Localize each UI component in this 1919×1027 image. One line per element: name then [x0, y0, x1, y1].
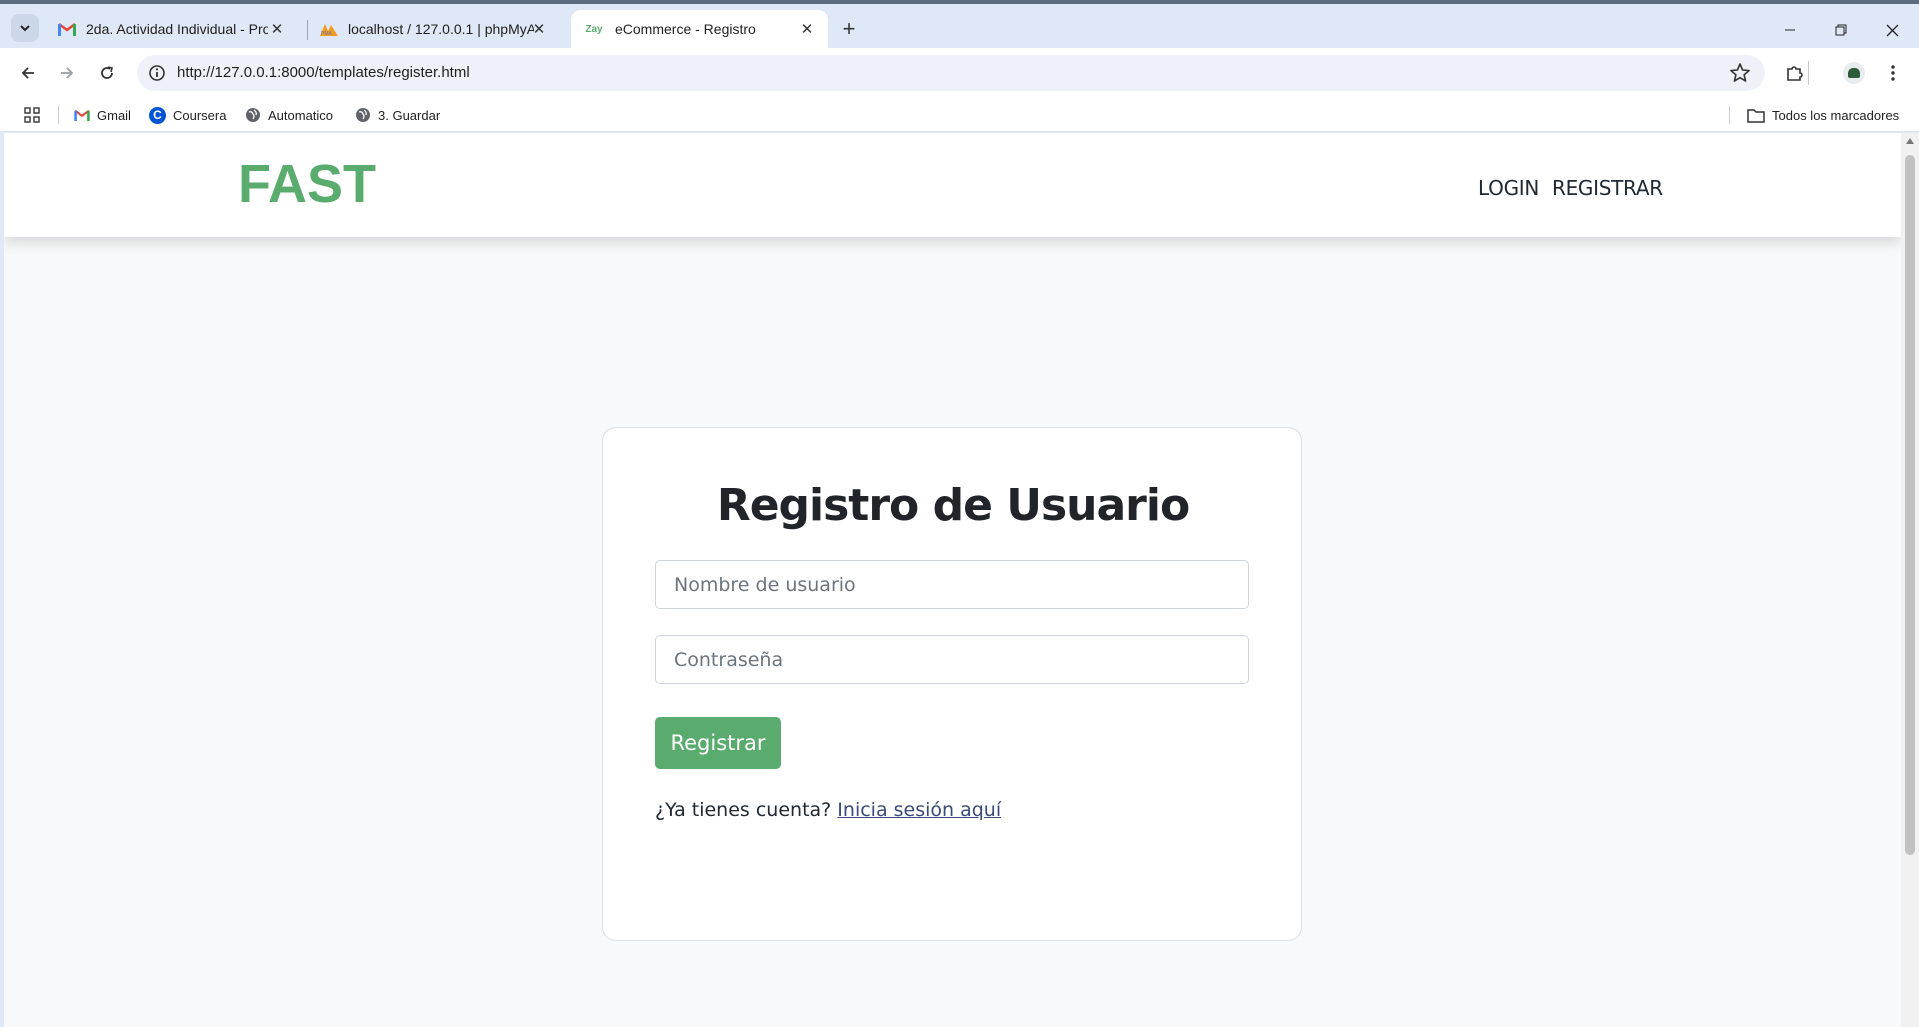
tab-search-button[interactable]: [11, 14, 39, 42]
minimize-button[interactable]: [1765, 8, 1815, 52]
bookmark-guardar[interactable]: 3. Guardar: [355, 104, 440, 126]
bookmarks-bar: Gmail C Coursera Automatico 3. Guardar T…: [0, 98, 1919, 132]
bookmark-label: Coursera: [173, 107, 227, 123]
apps-button[interactable]: [24, 104, 40, 126]
login-prompt-text: ¿Ya tienes cuenta?: [655, 799, 832, 821]
form-title: Registro de Usuario: [716, 480, 1190, 531]
toolbar-separator: [1808, 61, 1809, 85]
tab-strip: 2da. Actividad Individual - Proy ✕ PMA l…: [0, 4, 1919, 48]
more-vertical-icon: [1891, 65, 1895, 81]
globe-icon: [356, 108, 370, 122]
register-card: Registro de Usuario Registrar ¿Ya tienes…: [602, 427, 1302, 941]
close-icon: [1886, 24, 1898, 36]
url-text[interactable]: http://127.0.0.1:8000/templates/register…: [177, 64, 470, 81]
restore-button[interactable]: [1816, 8, 1866, 52]
browser-menu-button[interactable]: [1878, 58, 1908, 88]
folder-icon: [1747, 108, 1765, 123]
minimize-icon: [1785, 29, 1795, 31]
bookmark-coursera[interactable]: C Coursera: [149, 104, 226, 126]
coursera-icon: C: [149, 106, 166, 124]
extensions-button[interactable]: [1780, 58, 1810, 88]
page-scrollbar[interactable]: [1901, 133, 1919, 1027]
all-bookmarks-button[interactable]: Todos los marcadores: [1747, 104, 1899, 126]
site-navbar: FAST LOGIN REGISTRAR: [4, 133, 1901, 237]
chevron-down-icon: [20, 25, 30, 32]
puzzle-icon: [1787, 66, 1803, 81]
bookmark-label: Automatico: [268, 107, 334, 123]
bookmark-star-icon[interactable]: [1729, 62, 1751, 84]
gmail-icon: [74, 109, 90, 121]
page-viewport: FAST LOGIN REGISTRAR Registro de Usuario…: [4, 133, 1901, 1027]
svg-text:PMA: PMA: [321, 31, 333, 36]
close-tab-icon[interactable]: ✕: [268, 20, 286, 38]
tab-gmail[interactable]: 2da. Actividad Individual - Proy ✕: [46, 10, 298, 48]
password-input[interactable]: [655, 635, 1249, 684]
arrow-left-icon: [21, 67, 34, 79]
close-window-button[interactable]: [1867, 8, 1917, 52]
new-tab-button[interactable]: +: [836, 16, 862, 42]
tab-title: localhost / 127.0.0.1 | phpMyAd: [348, 21, 534, 37]
back-button[interactable]: [13, 58, 43, 88]
bookmark-automatico[interactable]: Automatico: [245, 104, 333, 126]
arrow-right-icon: [61, 67, 74, 79]
bookmark-label: 3. Guardar: [378, 107, 441, 123]
restore-icon: [1835, 24, 1847, 36]
tab-title: eCommerce - Registro: [615, 21, 756, 37]
register-button[interactable]: Registrar: [655, 717, 781, 769]
site-info-icon[interactable]: [147, 63, 167, 83]
zay-icon: Zay: [585, 23, 603, 35]
phpmyadmin-icon: PMA: [320, 20, 338, 38]
profile-button[interactable]: [1839, 58, 1869, 88]
bookmark-label: Gmail: [97, 107, 131, 123]
close-tab-icon[interactable]: ✕: [530, 20, 548, 38]
all-bookmarks-label: Todos los marcadores: [1772, 107, 1900, 123]
login-link[interactable]: Inicia sesión aquí: [837, 799, 1001, 821]
scroll-up-arrow-icon[interactable]: [1906, 138, 1914, 144]
username-input[interactable]: [655, 560, 1249, 609]
login-prompt: ¿Ya tienes cuenta? Inicia sesión aquí: [655, 799, 1001, 821]
plus-icon: +: [842, 16, 856, 41]
gmail-icon: [58, 20, 76, 38]
browser-toolbar: http://127.0.0.1:8000/templates/register…: [0, 48, 1919, 98]
bookmarks-separator: [1729, 106, 1730, 124]
address-bar[interactable]: http://127.0.0.1:8000/templates/register…: [137, 55, 1765, 91]
reload-icon: [101, 66, 113, 79]
forward-button[interactable]: [52, 58, 82, 88]
bookmark-gmail[interactable]: Gmail: [74, 104, 131, 126]
avatar: [1843, 62, 1865, 84]
brand-logo[interactable]: FAST: [238, 153, 376, 215]
tab-title: 2da. Actividad Individual - Proy: [86, 21, 268, 37]
apps-grid-icon: [24, 107, 40, 123]
scrollbar-thumb[interactable]: [1905, 155, 1915, 855]
reload-button[interactable]: [92, 58, 122, 88]
tab-ecommerce-registro[interactable]: Zay eCommerce - Registro ✕: [571, 10, 828, 48]
globe-icon: [246, 108, 260, 122]
nav-register-link[interactable]: REGISTRAR: [1552, 176, 1663, 200]
bookmarks-separator: [58, 106, 59, 124]
close-tab-icon[interactable]: ✕: [798, 20, 816, 38]
tab-phpmyadmin[interactable]: PMA localhost / 127.0.0.1 | phpMyAd ✕: [308, 10, 560, 48]
nav-login-link[interactable]: LOGIN: [1478, 176, 1539, 200]
